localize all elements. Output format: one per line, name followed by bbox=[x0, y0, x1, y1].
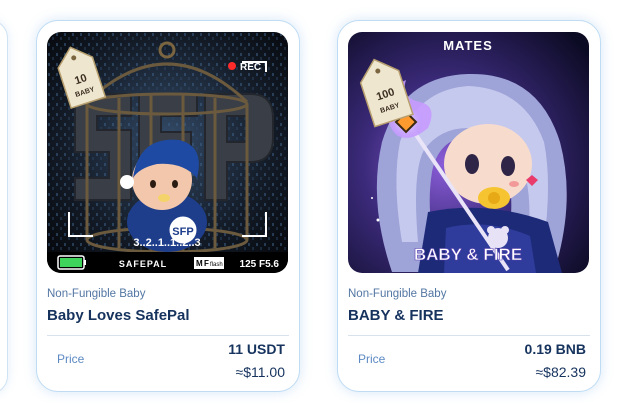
mode-tag: F bbox=[204, 259, 209, 268]
nft-image[interactable]: MATES 100 BABY BABY & FIRE bbox=[348, 32, 589, 273]
rec-dot bbox=[228, 62, 236, 70]
partial-card-left[interactable] bbox=[0, 20, 8, 394]
nft-name[interactable]: Baby Loves SafePal bbox=[47, 307, 190, 324]
countdown-text: 3..2..1..1..2..3 bbox=[133, 237, 200, 249]
divider bbox=[47, 335, 289, 336]
nft-image[interactable]: SFP 10 BABY REC 3..2..1..1..2..3 SAFEPAL… bbox=[47, 32, 288, 273]
image-header: MATES bbox=[443, 38, 493, 53]
nft-card-baby-loves-safepal[interactable]: SFP 10 BABY REC 3..2..1..1..2..3 SAFEPAL… bbox=[36, 20, 300, 392]
camera-settings: 125 F5.6 bbox=[240, 259, 280, 270]
price-fiat-value: ≈$82.39 bbox=[535, 364, 586, 380]
mode-label: M bbox=[196, 259, 203, 268]
price-fiat-value: ≈$11.00 bbox=[235, 364, 285, 380]
nft-card-baby-and-fire[interactable]: MATES 100 BABY BABY & FIRE Non-Fungible … bbox=[337, 20, 601, 392]
rec-label: REC bbox=[240, 62, 261, 73]
nft-name[interactable]: BABY & FIRE bbox=[348, 307, 444, 324]
price-label: Price bbox=[358, 352, 386, 366]
price-value: 11 USDT bbox=[228, 341, 285, 357]
mode-word: flash bbox=[210, 262, 223, 268]
nft-category: Non-Fungible Baby bbox=[47, 288, 146, 300]
brand-text: SAFEPAL bbox=[119, 259, 167, 269]
price-value: 0.19 BNB bbox=[524, 341, 586, 357]
nft-category: Non-Fungible Baby bbox=[348, 288, 447, 300]
divider bbox=[348, 335, 590, 336]
image-caption: BABY & FIRE bbox=[414, 245, 522, 264]
price-label: Price bbox=[57, 352, 85, 366]
